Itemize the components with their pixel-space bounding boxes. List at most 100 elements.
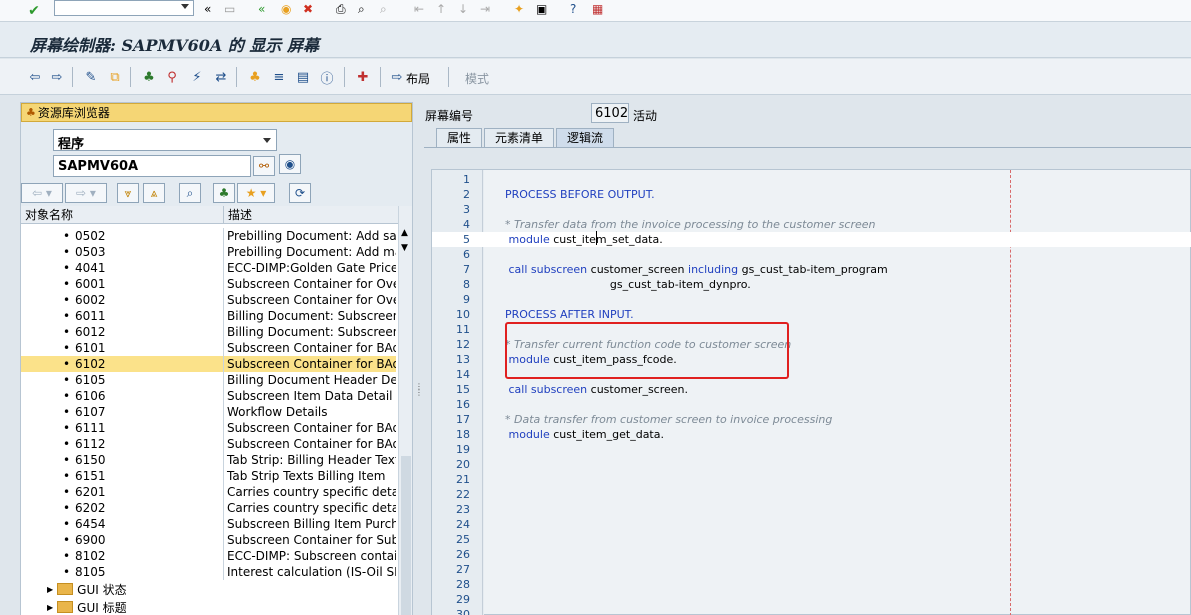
code-line[interactable]: 22 [432,487,1191,502]
code-line[interactable]: 7 call subscreen customer_screen includi… [432,262,1191,277]
code-text[interactable]: call subscreen customer_screen. [472,382,688,397]
code-text[interactable] [472,577,505,592]
tree-row[interactable]: • 6112 Subscreen Container for BAdI L [21,436,398,452]
tree-row-id[interactable]: • 6150 [21,452,224,468]
code-line[interactable]: 23 [432,502,1191,517]
tree-row-description[interactable]: Subscreen Billing Item Purchasir [224,516,396,532]
info-icon[interactable]: ⓘ [318,69,336,87]
code-line[interactable]: 25 [432,532,1191,547]
tree-row[interactable]: • 6102 Subscreen Container for BAdI L [21,356,398,372]
scrollbar-thumb[interactable] [401,456,411,615]
code-line[interactable]: 17 * Data transfer from customer screen t… [432,412,1191,427]
next-object-button[interactable]: ⇨ ▾ [65,183,107,203]
code-line[interactable]: 19 [432,442,1191,457]
code-text[interactable] [472,502,505,517]
code-line[interactable]: 27 [432,562,1191,577]
hierarchy-icon[interactable]: ♣ [140,69,158,85]
tree-row-id[interactable]: • 0502 [21,228,224,244]
tree-row[interactable]: • 8102 ECC-DIMP: Subscreen container [21,548,398,564]
forward-arrow-icon[interactable]: ⇨ [48,69,66,85]
tree-row[interactable]: • 6150 Tab Strip: Billing Header Texts [21,452,398,468]
layout-arrow-icon[interactable]: ⇨ [388,69,406,85]
tree-row[interactable]: • 6201 Carries country specific detail sc [21,484,398,500]
tree-row-id[interactable]: • 6102 [21,356,224,372]
layout-settings-icon[interactable]: ▦ [592,2,603,16]
tree-row-description[interactable]: Tab Strip Texts Billing Item [224,468,396,484]
cancel-icon[interactable]: ✖ [303,2,313,16]
refresh-icon[interactable]: ⟳ [289,183,311,203]
code-text[interactable] [472,292,505,307]
object-name-input[interactable]: SAPMV60A [53,155,251,177]
code-text[interactable] [472,562,505,577]
code-line[interactable]: 2 PROCESS BEFORE OUTPUT. [432,187,1191,202]
chevron-down-icon[interactable] [181,4,189,9]
enter-check-icon[interactable]: ✔ [24,3,44,19]
code-line[interactable]: 18 module cust_item_get_data. [432,427,1191,442]
tree-row-description[interactable]: Billing Document: Subscreen, G [224,324,396,340]
find-icon[interactable]: ⌕ [358,2,365,17]
code-text[interactable] [472,322,505,337]
tree-row[interactable]: • 6111 Subscreen Container for BAdI L [21,420,398,436]
display-glasses-icon[interactable]: ⚯ [253,156,275,176]
tree-row-id[interactable]: • 6106 [21,388,224,404]
splitter-grip-icon[interactable]: ⋮ ⋮ [415,383,423,397]
tree-row[interactable]: • 6107 Workflow Details [21,404,398,420]
code-text[interactable] [472,397,505,412]
code-line[interactable]: 28 [432,577,1191,592]
tree-row-id[interactable]: • 6107 [21,404,224,420]
first-page-icon[interactable]: ⇤ [414,2,424,16]
tree-row-description[interactable]: Subscreen Container for BAdI L [224,436,396,452]
tree-row[interactable]: • 6101 Subscreen Container for BAdI L [21,340,398,356]
favorites-icon[interactable]: ★ ▾ [237,183,275,203]
tree-row-description[interactable]: Subscreen Container for BAdI L [224,356,396,372]
tree-row-description[interactable]: Subscreen Container for Overvi [224,292,396,308]
new-session-icon[interactable]: ✦ [514,2,524,16]
tree-row[interactable]: • 6151 Tab Strip Texts Billing Item [21,468,398,484]
code-text[interactable] [472,202,505,217]
tree-row-id[interactable]: • 6454 [21,516,224,532]
tree-row-description[interactable]: Subscreen Container for BAdI L [224,340,396,356]
code-text[interactable] [472,532,505,547]
code-line[interactable]: 21 [432,472,1191,487]
back-icon[interactable]: « [258,2,265,16]
find-next-icon[interactable]: ⌕ [380,2,387,17]
code-text[interactable] [472,172,505,187]
where-used-icon[interactable]: ⇄ [212,69,230,85]
tree-folder[interactable]: ▶ GUI 标题 [21,598,398,615]
code-text[interactable]: * Transfer data from the invoice process… [472,217,876,232]
code-text[interactable]: PROCESS BEFORE OUTPUT. [472,187,655,202]
tree-folder[interactable]: ▶ GUI 状态 [21,580,398,598]
last-page-icon[interactable]: ⇥ [480,2,490,16]
tree-row-id[interactable]: • 6012 [21,324,224,340]
tree-row-description[interactable]: Subscreen Container for Subscr [224,532,396,548]
tree-row-id[interactable]: • 6900 [21,532,224,548]
code-text[interactable] [472,472,505,487]
tree-row-description[interactable]: ECC-DIMP: Subscreen container [224,548,396,564]
code-text[interactable] [472,442,505,457]
code-line[interactable]: 4 * Transfer data from the invoice proces… [432,217,1191,232]
tree-row-description[interactable]: Subscreen Container for Overvi [224,276,396,292]
back-arrow-icon[interactable]: ⇦ [26,69,44,85]
code-line[interactable]: 3 [432,202,1191,217]
tree-row-description[interactable]: Carries country specific detail sc [224,484,396,500]
code-line[interactable]: 5 module cust_item_set_data. [432,232,1191,247]
table-icon[interactable]: ▤ [294,69,312,85]
expand-triangle-icon[interactable]: ▶ [47,603,53,612]
chevron-down-icon[interactable] [263,138,271,143]
tree-row-description[interactable]: Prebilling Document: Add sales [224,228,396,244]
code-line[interactable]: 10 PROCESS AFTER INPUT. [432,307,1191,322]
tree-row-id[interactable]: • 8102 [21,548,224,564]
code-text[interactable] [472,457,505,472]
code-line[interactable]: 6 [432,247,1191,262]
mode-button[interactable]: 模式 [465,70,489,87]
print-icon[interactable]: ⎙ [336,2,346,17]
tree-row-description[interactable]: Carries country specific detail sc [224,500,396,516]
tree-row[interactable]: • 6001 Subscreen Container for Overvi [21,276,398,292]
tree-scrollbar[interactable]: ▲ ▼ [398,206,412,615]
tree-row[interactable]: • 6002 Subscreen Container for Overvi [21,292,398,308]
code-line[interactable]: 26 [432,547,1191,562]
tree-row-id[interactable]: • 8105 [21,564,224,580]
tree-row-id[interactable]: • 6201 [21,484,224,500]
code-text[interactable] [472,367,505,382]
display-change-icon[interactable]: ✎ [82,69,100,85]
